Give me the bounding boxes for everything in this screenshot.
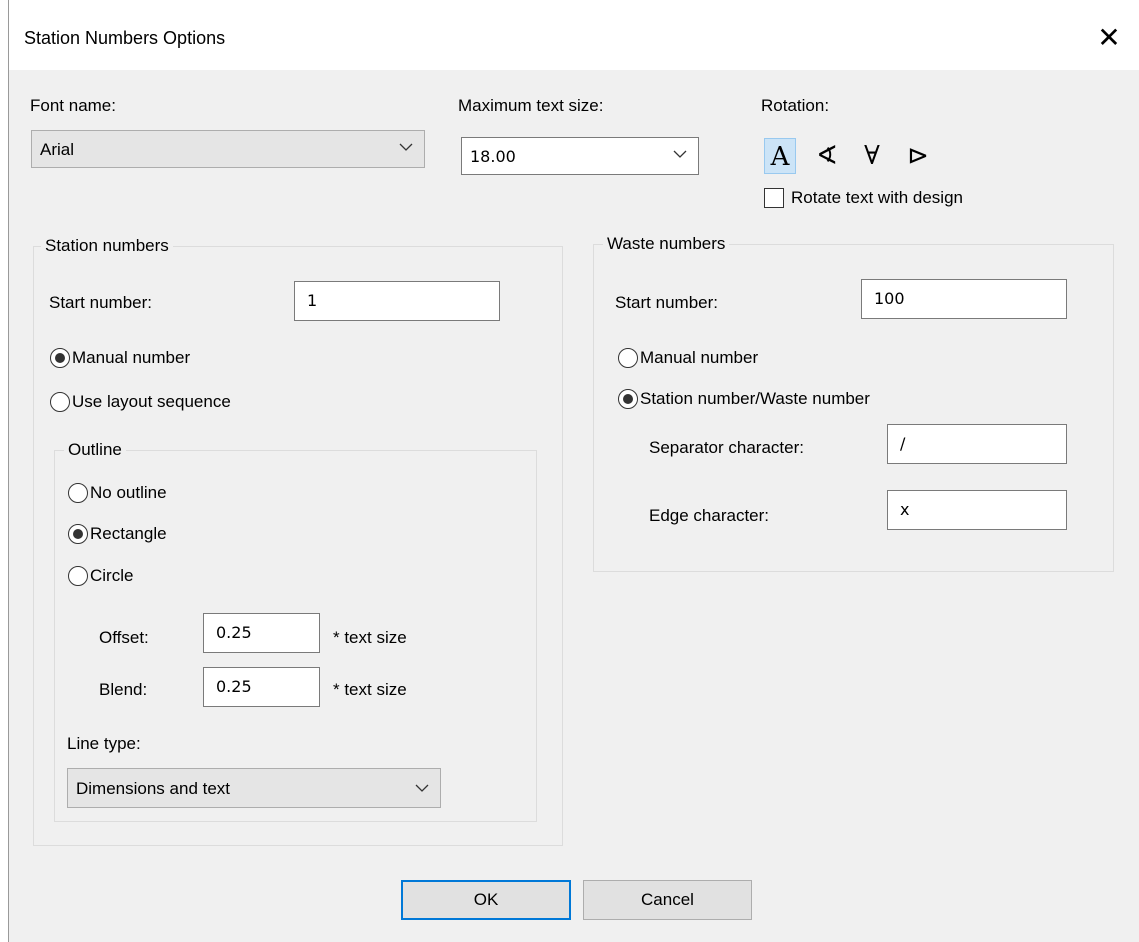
station-waste-radio[interactable]: [618, 389, 638, 409]
max-text-size-select[interactable]: 18.00: [461, 137, 699, 175]
rotate-with-design-checkbox[interactable]: [764, 188, 784, 208]
waste-numbers-title: Waste numbers: [603, 234, 730, 254]
offset-input[interactable]: 0.25: [203, 613, 320, 653]
waste-manual-radio[interactable]: [618, 348, 638, 368]
rotation-0-icon[interactable]: A: [764, 138, 796, 174]
station-start-value: 1: [307, 291, 318, 310]
waste-start-input[interactable]: 100: [861, 279, 1067, 319]
blend-unit: * text size: [333, 680, 407, 699]
font-name-select[interactable]: Arial: [31, 130, 425, 168]
edge-value: x: [900, 500, 910, 519]
outline-title: Outline: [64, 440, 126, 460]
no-outline-label: No outline: [90, 483, 167, 502]
station-layout-label: Use layout sequence: [72, 392, 231, 411]
max-text-size-label: Maximum text size:: [458, 96, 604, 115]
station-manual-label: Manual number: [72, 348, 191, 367]
cancel-button[interactable]: Cancel: [583, 880, 752, 920]
waste-start-value: 100: [874, 289, 905, 308]
line-type-value: Dimensions and text: [76, 779, 231, 798]
edge-input[interactable]: x: [887, 490, 1067, 530]
blend-label: Blend:: [99, 680, 148, 699]
rectangle-label: Rectangle: [90, 524, 167, 543]
blend-value: 0.25: [216, 677, 252, 696]
station-numbers-dialog: Station Numbers Options ✕ Font name: Ari…: [8, 0, 1139, 942]
chevron-down-icon: [673, 150, 687, 158]
circle-radio[interactable]: [68, 566, 88, 586]
ok-button[interactable]: OK: [401, 880, 571, 920]
font-name-value: Arial: [40, 140, 75, 159]
separator-value: /: [900, 434, 906, 453]
dialog-title: Station Numbers Options: [24, 28, 226, 48]
rotation-270-icon[interactable]: ⊳: [902, 138, 934, 174]
station-numbers-title: Station numbers: [41, 236, 173, 256]
rectangle-radio[interactable]: [68, 524, 88, 544]
line-type-label: Line type:: [67, 734, 141, 753]
rotate-with-design-label: Rotate text with design: [791, 188, 963, 207]
offset-label: Offset:: [99, 628, 149, 647]
circle-label: Circle: [90, 566, 134, 585]
rotation-180-icon[interactable]: ∀: [856, 138, 888, 174]
waste-start-label: Start number:: [615, 293, 718, 312]
rotation-90-icon[interactable]: ∢: [811, 138, 843, 174]
offset-value: 0.25: [216, 623, 252, 642]
separator-label: Separator character:: [649, 438, 804, 457]
blend-input[interactable]: 0.25: [203, 667, 320, 707]
no-outline-radio[interactable]: [68, 483, 88, 503]
chevron-down-icon: [415, 784, 429, 792]
waste-manual-label: Manual number: [640, 348, 759, 367]
rotation-label: Rotation:: [761, 96, 830, 115]
station-start-input[interactable]: 1: [294, 281, 500, 321]
max-text-size-value: 18.00: [470, 147, 516, 166]
line-type-select[interactable]: Dimensions and text: [67, 768, 441, 808]
font-name-label: Font name:: [30, 96, 116, 115]
station-layout-radio[interactable]: [50, 392, 70, 412]
station-waste-label: Station number/Waste number: [640, 389, 870, 408]
close-icon[interactable]: ✕: [1089, 18, 1129, 58]
separator-input[interactable]: /: [887, 424, 1067, 464]
title-bar: Station Numbers Options ✕: [9, 0, 1139, 70]
chevron-down-icon: [399, 143, 413, 151]
station-start-label: Start number:: [49, 293, 152, 312]
offset-unit: * text size: [333, 628, 407, 647]
station-manual-radio[interactable]: [50, 348, 70, 368]
edge-label: Edge character:: [649, 506, 770, 525]
